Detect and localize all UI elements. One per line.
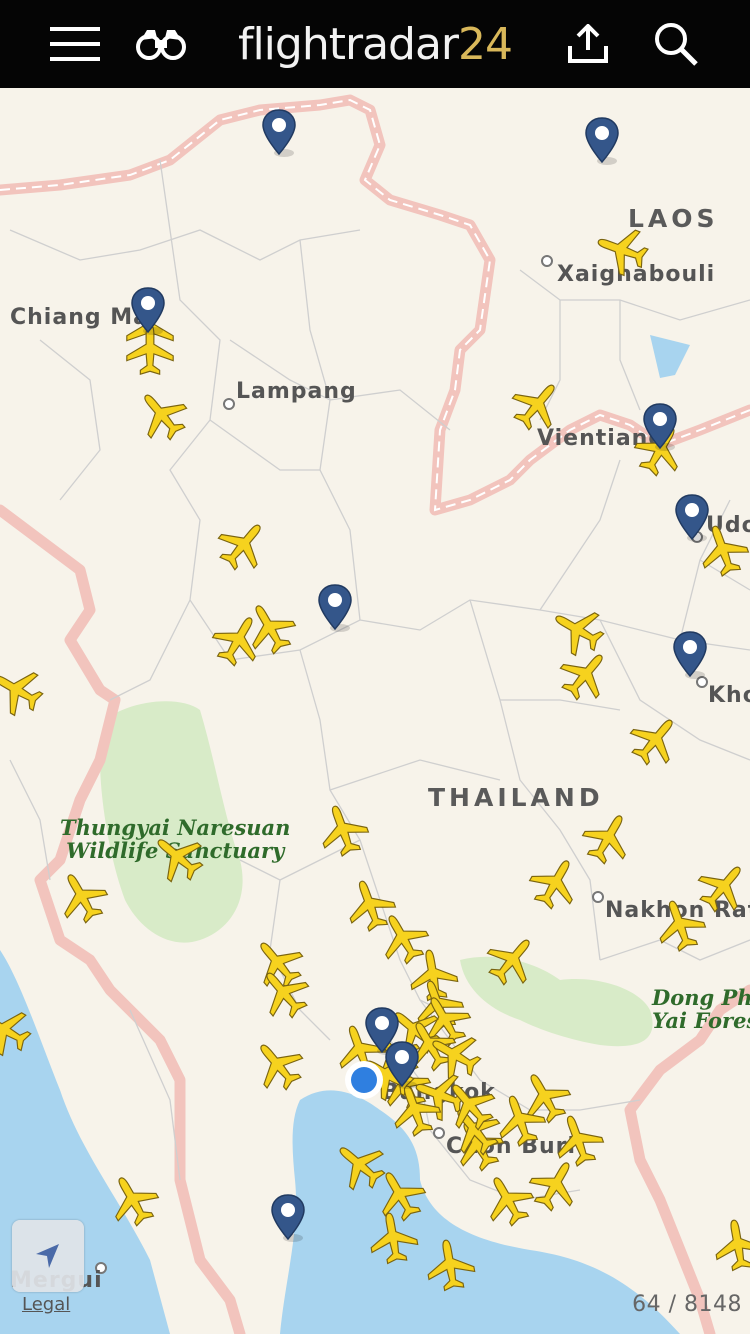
aircraft-marker[interactable]: [526, 854, 584, 912]
aircraft-marker[interactable]: [0, 1001, 34, 1059]
legal-link[interactable]: Legal: [22, 1294, 70, 1315]
aircraft-marker[interactable]: [421, 1236, 479, 1294]
aircraft-marker[interactable]: [593, 221, 651, 279]
city-label-khon: Kho: [708, 683, 750, 708]
park-label-dong-line2: Yai Forest: [652, 1008, 750, 1033]
airport-pin-icon[interactable]: [269, 1193, 307, 1243]
aircraft-marker[interactable]: [483, 931, 541, 989]
top-bar: flightradar 24: [0, 0, 750, 88]
location-arrow-icon: [36, 1244, 59, 1268]
aircraft-marker[interactable]: [255, 964, 313, 1022]
aircraft-marker[interactable]: [0, 661, 46, 719]
aircraft-marker[interactable]: [651, 896, 709, 954]
aircraft-marker[interactable]: [149, 828, 207, 886]
aircraft-marker[interactable]: [104, 1171, 162, 1229]
aircraft-marker[interactable]: [314, 801, 372, 859]
aircraft-marker[interactable]: [133, 386, 191, 444]
hamburger-menu-icon: [50, 27, 100, 61]
locate-me-button[interactable]: [12, 1220, 84, 1292]
share-button[interactable]: [560, 0, 616, 88]
aircraft-marker[interactable]: [626, 711, 684, 769]
park-label-dong-phayayen: Dong Pha Yai Forest: [652, 986, 750, 1032]
brand-name: flightradar: [237, 18, 459, 70]
airport-pin-icon[interactable]: [641, 402, 679, 452]
search-icon: [655, 23, 698, 66]
aircraft-marker[interactable]: [709, 1216, 750, 1274]
app-logo: flightradar 24: [225, 14, 525, 74]
binoculars-icon: [136, 30, 186, 60]
aircraft-marker[interactable]: [241, 599, 299, 657]
aircraft-marker[interactable]: [249, 1036, 307, 1094]
aircraft-marker[interactable]: [364, 1209, 422, 1267]
airport-pin-icon[interactable]: [671, 630, 709, 680]
aircraft-marker[interactable]: [579, 809, 637, 867]
search-button[interactable]: [646, 0, 706, 88]
airport-pin-icon[interactable]: [383, 1040, 421, 1090]
binoculars-button[interactable]: [130, 0, 192, 88]
aircraft-marker[interactable]: [479, 1171, 537, 1229]
airport-pin-icon[interactable]: [260, 108, 298, 158]
country-label-thailand: THAILAND: [428, 783, 604, 812]
airport-pin-icon[interactable]: [583, 116, 621, 166]
brand-number: 24: [458, 18, 513, 70]
airport-pin-icon[interactable]: [129, 286, 167, 336]
airport-pin-icon[interactable]: [316, 583, 354, 633]
park-label-dong-line1: Dong Pha: [652, 985, 750, 1010]
airport-pin-icon[interactable]: [673, 493, 711, 543]
aircraft-marker[interactable]: [53, 868, 111, 926]
share-icon: [568, 24, 608, 63]
aircraft-count: 64 / 8148: [632, 1292, 742, 1317]
map-view[interactable]: LAOS THAILAND Chiang Mai Lampang Xaignab…: [0, 88, 750, 1334]
aircraft-marker[interactable]: [556, 646, 614, 704]
menu-button[interactable]: [40, 0, 110, 88]
current-location-dot: [345, 1061, 383, 1099]
city-label-lampang: Lampang: [236, 379, 357, 404]
aircraft-marker[interactable]: [214, 516, 272, 574]
aircraft-marker[interactable]: [508, 376, 566, 434]
